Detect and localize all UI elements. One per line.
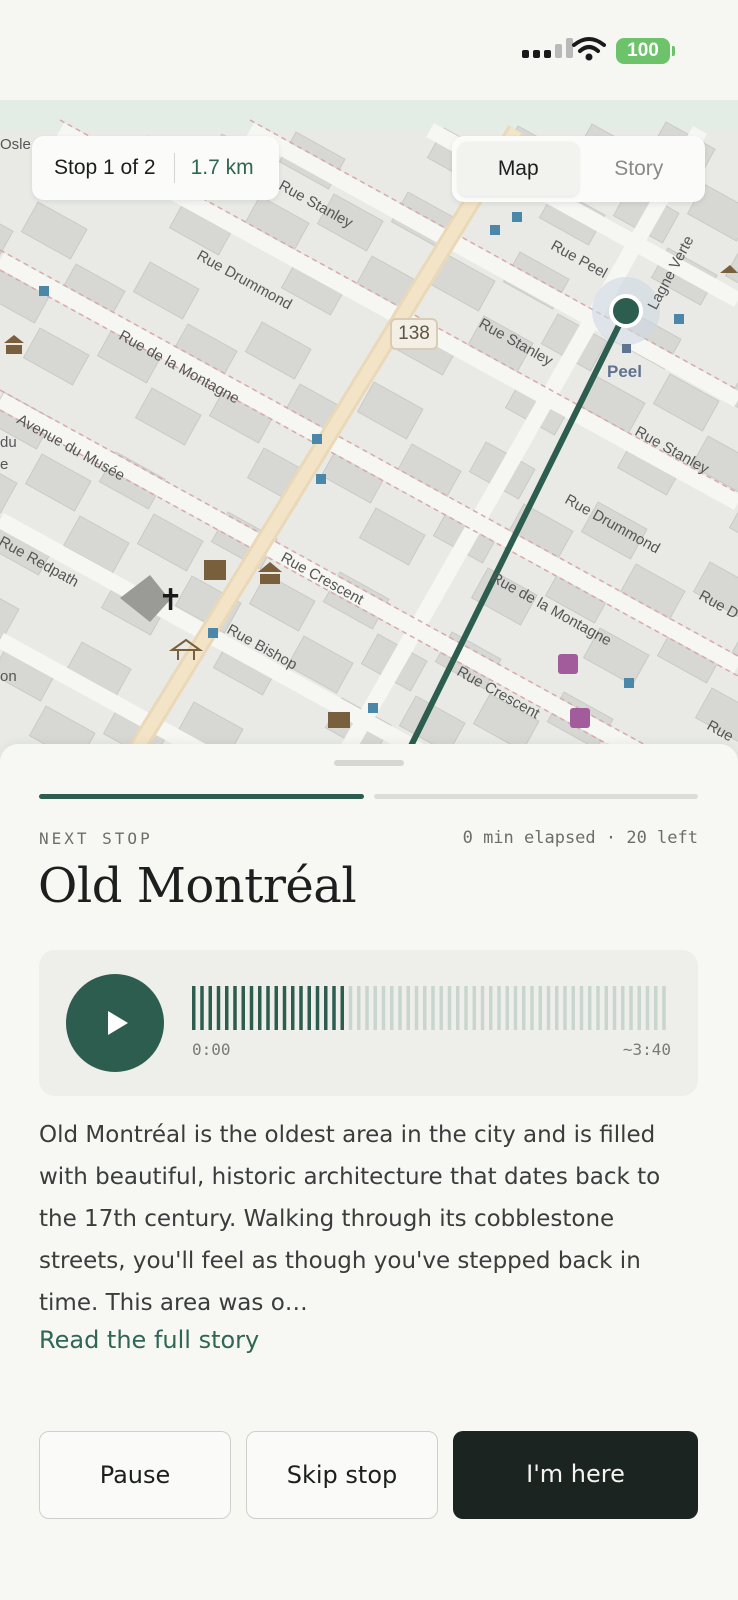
read-full-story-link[interactable]: Read the full story bbox=[39, 1326, 259, 1354]
waveform-bar bbox=[489, 986, 493, 1030]
route-badge: 138 bbox=[390, 318, 438, 350]
page-title: Old Montréal bbox=[38, 858, 357, 914]
view-toggle: Map Story bbox=[452, 136, 705, 202]
waveform-bar bbox=[274, 986, 278, 1030]
waveform-bar bbox=[373, 986, 377, 1030]
waveform-bar bbox=[266, 986, 270, 1030]
waveform-bar bbox=[571, 986, 575, 1030]
waveform-bar bbox=[332, 986, 336, 1030]
street-label: Osle bbox=[0, 136, 31, 153]
waveform-bar bbox=[456, 986, 460, 1030]
waveform-bar bbox=[563, 986, 567, 1030]
waveform-bar bbox=[588, 986, 592, 1030]
wifi-icon bbox=[572, 37, 606, 61]
waveform-bar bbox=[579, 986, 584, 1030]
waveform-bar bbox=[249, 986, 254, 1030]
waveform-bar bbox=[505, 986, 509, 1030]
pause-button[interactable]: Pause bbox=[39, 1431, 231, 1519]
waveform-bar bbox=[282, 986, 287, 1030]
waveform-bar bbox=[604, 986, 608, 1030]
tab-map[interactable]: Map bbox=[458, 142, 579, 196]
waveform-bar bbox=[629, 986, 633, 1030]
waveform-bar bbox=[357, 986, 361, 1030]
progress-segment bbox=[39, 794, 364, 799]
street-label: du bbox=[0, 434, 17, 451]
metro-station-label: Peel bbox=[607, 362, 642, 381]
waveform-bar bbox=[406, 986, 410, 1030]
waveform-bar bbox=[390, 986, 394, 1030]
waveform-bar bbox=[637, 986, 641, 1030]
current-time: 0:00 bbox=[192, 1040, 231, 1059]
eyebrow-label: NEXT STOP bbox=[39, 829, 153, 848]
waveform-bar bbox=[538, 986, 542, 1030]
waveform-bar bbox=[447, 986, 452, 1030]
waveform-bar bbox=[241, 986, 245, 1030]
waveform-bar bbox=[431, 986, 435, 1030]
waveform-bar bbox=[324, 986, 328, 1030]
duration: ~3:40 bbox=[622, 1040, 671, 1059]
signal-bars-icon bbox=[522, 38, 573, 58]
waveform-bar bbox=[596, 986, 600, 1030]
waveform-bar bbox=[645, 986, 650, 1030]
status-bar: 100 bbox=[0, 0, 738, 100]
waveform-bar bbox=[216, 986, 221, 1030]
street-label: e bbox=[0, 456, 9, 473]
waveform-bar bbox=[381, 986, 386, 1030]
waveform-bar bbox=[662, 986, 666, 1030]
waveform-bar bbox=[398, 986, 402, 1030]
divider bbox=[173, 153, 175, 183]
audio-waveform-scrubber[interactable] bbox=[192, 986, 672, 1030]
waveform-bar bbox=[439, 986, 443, 1030]
sheet-drag-handle[interactable] bbox=[334, 760, 404, 766]
waveform-bar bbox=[522, 986, 526, 1030]
battery-indicator: 100 bbox=[616, 38, 675, 64]
im-here-button[interactable]: I'm here bbox=[453, 1431, 698, 1519]
waveform-bar bbox=[315, 986, 320, 1030]
distance-value: 1.7 km bbox=[190, 156, 254, 179]
stop-count: Stop 1 of 2 bbox=[54, 156, 156, 179]
waveform-bar bbox=[291, 986, 295, 1030]
waveform-bar bbox=[192, 986, 196, 1030]
stop-description: Old Montréal is the oldest area in the c… bbox=[39, 1122, 661, 1316]
waveform-bar bbox=[200, 986, 204, 1030]
waveform-bar bbox=[555, 986, 559, 1030]
waveform-bar bbox=[530, 986, 534, 1030]
waveform-bar bbox=[654, 986, 658, 1030]
waveform-bar bbox=[299, 986, 303, 1030]
tab-story[interactable]: Story bbox=[579, 142, 700, 196]
waveform-bar bbox=[307, 986, 311, 1030]
waveform-bar bbox=[233, 986, 237, 1030]
elapsed-time: 0 min elapsed · 20 left bbox=[462, 828, 698, 848]
waveform-bar bbox=[414, 986, 419, 1030]
svg-text:✝: ✝ bbox=[158, 583, 183, 618]
waveform-bar bbox=[225, 986, 229, 1030]
waveform-bar bbox=[546, 986, 551, 1030]
play-button[interactable] bbox=[66, 974, 164, 1072]
waveform-bar bbox=[612, 986, 617, 1030]
waveform-bar bbox=[497, 986, 501, 1030]
bottom-sheet: NEXT STOP 0 min elapsed · 20 left Old Mo… bbox=[0, 744, 738, 1600]
waveform-bar bbox=[621, 986, 625, 1030]
waveform-bar bbox=[340, 986, 344, 1030]
waveform-bar bbox=[348, 986, 353, 1030]
street-label: on bbox=[0, 668, 17, 685]
waveform-bar bbox=[208, 986, 212, 1030]
waveform-bar bbox=[472, 986, 476, 1030]
waveform-bar bbox=[423, 986, 427, 1030]
waveform-bar bbox=[258, 986, 262, 1030]
waveform-bar bbox=[480, 986, 485, 1030]
audio-player: 0:00 ~3:40 bbox=[39, 950, 698, 1096]
stop-progress-chip: Stop 1 of 2 1.7 km bbox=[32, 136, 279, 200]
waveform-bar bbox=[365, 986, 369, 1030]
skip-stop-button[interactable]: Skip stop bbox=[246, 1431, 438, 1519]
progress-segment bbox=[373, 794, 698, 799]
waveform-bar bbox=[513, 986, 518, 1030]
waveform-bar bbox=[464, 986, 468, 1030]
